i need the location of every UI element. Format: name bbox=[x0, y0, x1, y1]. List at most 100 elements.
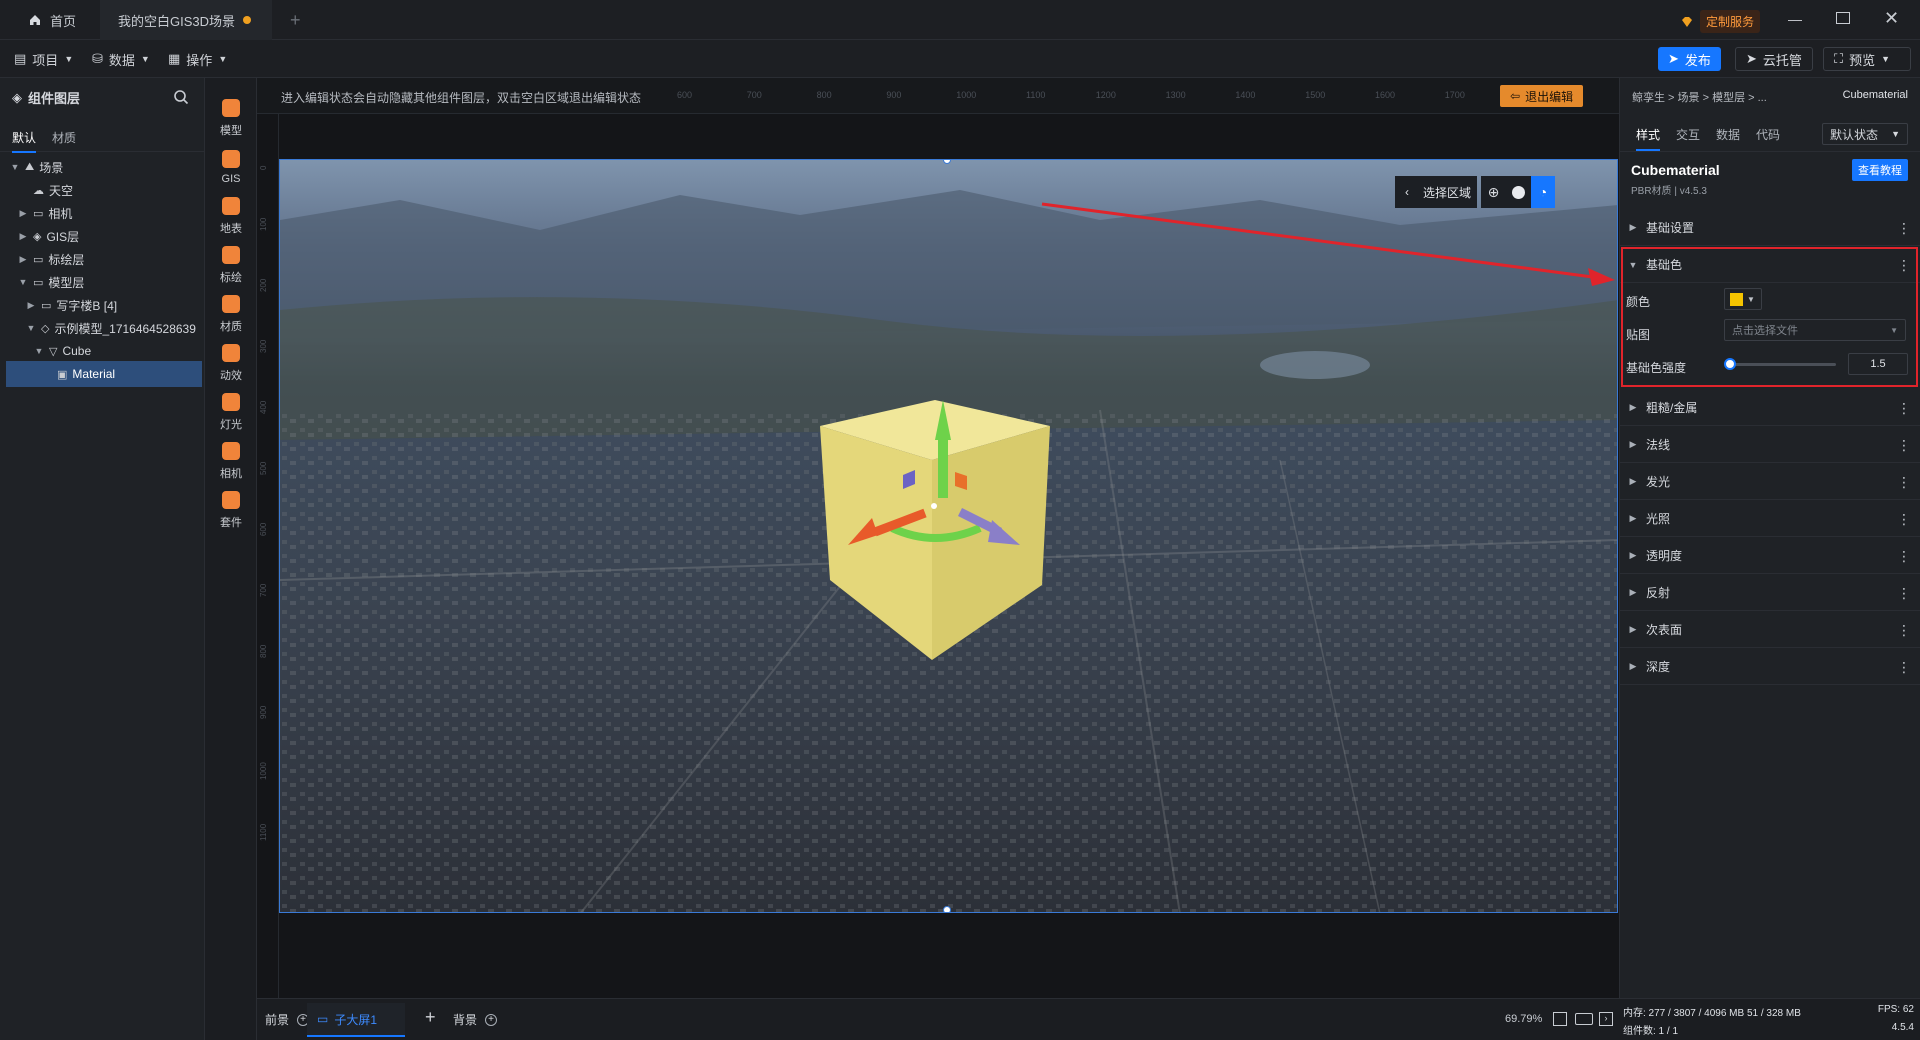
ruler-tick-label: 800 bbox=[816, 90, 832, 100]
inspector-tab[interactable]: 交互 bbox=[1676, 126, 1700, 149]
inspector-section[interactable]: ▶ 光照 ⋮ bbox=[1620, 501, 1920, 537]
scene-icon: ⛰ bbox=[25, 160, 35, 173]
tab-default[interactable]: 默认 bbox=[12, 129, 37, 153]
expand-caret-icon[interactable]: ▶ bbox=[18, 254, 28, 265]
resize-handle-bottom[interactable] bbox=[943, 906, 951, 912]
screen-tab[interactable]: ▭ 子大屏1 bbox=[307, 1003, 405, 1037]
expand-caret-icon[interactable]: ▶ bbox=[18, 231, 28, 242]
ruler-tick-label: 1700 bbox=[1444, 90, 1465, 100]
inspector-section[interactable]: ▶ 发光 ⋮ bbox=[1620, 464, 1920, 500]
tab-material[interactable]: 材质 bbox=[52, 129, 76, 146]
cloud-hosting-button[interactable]: ➤ 云托管 bbox=[1735, 47, 1813, 71]
tool-label: GIS bbox=[221, 172, 241, 185]
close-icon[interactable]: ✕ bbox=[1884, 8, 1899, 29]
tool-label: 灯光 bbox=[220, 418, 242, 431]
custom-service-button[interactable]: 定制服务 bbox=[1680, 10, 1761, 33]
more-vertical-icon[interactable]: ⋮ bbox=[1897, 437, 1911, 454]
cube-model[interactable] bbox=[820, 400, 1080, 690]
slider-thumb[interactable] bbox=[1724, 358, 1736, 370]
state-select[interactable]: 默认状态 ▼ bbox=[1822, 123, 1908, 145]
operate-menu[interactable]: ▦ 操作 ▼ bbox=[168, 40, 227, 78]
tool-effect[interactable]: 动效 bbox=[205, 335, 257, 391]
search-icon[interactable] bbox=[173, 89, 189, 105]
project-menu[interactable]: ▤ 项目 ▼ bbox=[14, 40, 73, 78]
intensity-slider[interactable] bbox=[1724, 358, 1836, 370]
inspector-section[interactable]: ▶ 次表面 ⋮ bbox=[1620, 612, 1920, 648]
keyboard-icon[interactable] bbox=[1575, 1013, 1593, 1025]
inspector-tab[interactable]: 样式 bbox=[1636, 126, 1661, 151]
ruler-tick-label: 200 bbox=[259, 278, 268, 292]
tool-plot[interactable]: 标绘 bbox=[205, 237, 257, 293]
data-menu[interactable]: ⛁ 数据 ▼ bbox=[92, 40, 150, 78]
cloud-icon: ☁ bbox=[33, 184, 44, 197]
expand-caret-icon[interactable]: ▼ bbox=[26, 323, 36, 333]
inspector-section[interactable]: ▶ 粗糙/金属 ⋮ bbox=[1620, 390, 1920, 426]
expand-caret-icon[interactable]: ▼ bbox=[18, 277, 28, 287]
minimize-icon[interactable]: — bbox=[1788, 11, 1802, 27]
more-vertical-icon[interactable]: ⋮ bbox=[1897, 511, 1911, 528]
tool-gis[interactable]: GIS bbox=[205, 139, 257, 195]
orbit-icon[interactable]: ◔ bbox=[1531, 176, 1555, 208]
tool-kit[interactable]: 套件 bbox=[205, 482, 257, 538]
more-vertical-icon[interactable]: ⋮ bbox=[1897, 474, 1911, 491]
expand-caret-icon[interactable]: ▼ bbox=[10, 162, 20, 172]
inspector-sections: ▶ 基础设置 ⋮ ▼ 基础色 ⋮ 颜色 ▼ 贴图 点击选择文件 ▼ 基础色强度 1.5 ▶ 粗糙/金属 ⋮ ▶ 法… bbox=[1620, 210, 1920, 770]
foreground-tab[interactable]: 前景 + bbox=[265, 1011, 310, 1028]
layer-tree-item[interactable]: ▣ Material bbox=[6, 361, 202, 387]
tool-model[interactable]: 模型 bbox=[205, 90, 257, 146]
scene-viewport[interactable]: ‹ 选择区域 ⊕ ◔ bbox=[279, 159, 1618, 913]
terminal-icon[interactable]: › bbox=[1599, 1012, 1613, 1026]
inspector-section[interactable]: ▶ 透明度 ⋮ bbox=[1620, 538, 1920, 574]
layer-tree-item-label: 相机 bbox=[48, 206, 73, 221]
inspector-tab[interactable]: 数据 bbox=[1716, 126, 1740, 149]
globe-icon[interactable]: ⊕ bbox=[1481, 176, 1506, 208]
fit-screen-icon[interactable] bbox=[1553, 1012, 1567, 1026]
inspector-section[interactable]: ▶ 基础设置 ⋮ bbox=[1620, 210, 1920, 246]
annotation-arrow bbox=[1041, 202, 1615, 286]
inspector-section[interactable]: ▶ 反射 ⋮ bbox=[1620, 575, 1920, 611]
expand-caret-icon[interactable]: ▶ bbox=[18, 208, 28, 219]
select-area-button[interactable]: ‹ 选择区域 bbox=[1395, 176, 1477, 208]
folder-icon: ▭ bbox=[33, 253, 44, 266]
breadcrumb[interactable]: 鲸孪生 > 场景 > 模型层 > ... bbox=[1632, 89, 1767, 105]
expand-caret-icon[interactable]: ▶ bbox=[26, 300, 36, 311]
add-circle-icon[interactable]: + bbox=[485, 1013, 498, 1026]
tool-camera[interactable]: 相机 bbox=[205, 433, 257, 489]
home-tab[interactable]: 首页 bbox=[10, 0, 94, 40]
custom-service-label: 定制服务 bbox=[1700, 10, 1761, 33]
intensity-input[interactable]: 1.5 bbox=[1848, 353, 1908, 375]
more-vertical-icon[interactable]: ⋮ bbox=[1897, 220, 1911, 237]
expand-caret-icon[interactable]: ▼ bbox=[34, 346, 44, 356]
texture-file-select[interactable]: 点击选择文件 ▼ bbox=[1724, 319, 1906, 341]
texture-placeholder: 点击选择文件 bbox=[1732, 325, 1798, 337]
color-picker[interactable]: ▼ bbox=[1724, 288, 1762, 310]
background-tab[interactable]: 背景 + bbox=[453, 1011, 498, 1028]
layer-tree-item-label: 写字楼B [4] bbox=[56, 298, 118, 313]
ruler-tick-label: 1100 bbox=[259, 823, 268, 841]
publish-button[interactable]: ➤ 发布 bbox=[1658, 47, 1721, 71]
solid-sphere-icon[interactable] bbox=[1506, 176, 1531, 208]
tool-terrain[interactable]: 地表 bbox=[205, 188, 257, 244]
inspector-section[interactable]: ▶ 深度 ⋮ bbox=[1620, 649, 1920, 685]
tool-light[interactable]: 灯光 bbox=[205, 384, 257, 440]
layer-tree-item-label: GIS层 bbox=[46, 229, 80, 244]
more-vertical-icon[interactable]: ⋮ bbox=[1897, 659, 1911, 676]
folder-icon: ▭ bbox=[33, 276, 44, 289]
new-tab-button[interactable]: + bbox=[272, 0, 319, 40]
more-vertical-icon[interactable]: ⋮ bbox=[1897, 548, 1911, 565]
more-vertical-icon[interactable]: ⋮ bbox=[1897, 622, 1911, 639]
inspector-tab[interactable]: 代码 bbox=[1756, 126, 1780, 149]
exit-edit-button[interactable]: ⇦ 退出编辑 bbox=[1500, 85, 1584, 107]
inspector-section[interactable]: ▶ 法线 ⋮ bbox=[1620, 427, 1920, 463]
ruler-tick-label: 1300 bbox=[1165, 90, 1186, 100]
tool-material[interactable]: 材质 bbox=[205, 286, 257, 342]
tutorial-button[interactable]: 查看教程 bbox=[1852, 159, 1908, 181]
layer-panel: ◈ 组件图层 默认 材质 ▼ ⛰ 场景 ☁ 天空 ▶ ▭ 相机 ▶ ◈ GIS层 ▶ ▭ 标绘层 ▼ ▭ 模型层… bbox=[0, 78, 205, 1040]
restore-icon[interactable] bbox=[1836, 12, 1850, 24]
preview-button[interactable]: ⛶ 预览 ▼ bbox=[1823, 47, 1911, 71]
more-vertical-icon[interactable]: ⋮ bbox=[1897, 400, 1911, 417]
scene-tab[interactable]: 我的空白GIS3D场景 bbox=[100, 0, 272, 40]
more-vertical-icon[interactable]: ⋮ bbox=[1897, 585, 1911, 602]
add-screen-button[interactable]: + bbox=[425, 1007, 436, 1028]
zoom-level[interactable]: 69.79% bbox=[1505, 1013, 1542, 1025]
